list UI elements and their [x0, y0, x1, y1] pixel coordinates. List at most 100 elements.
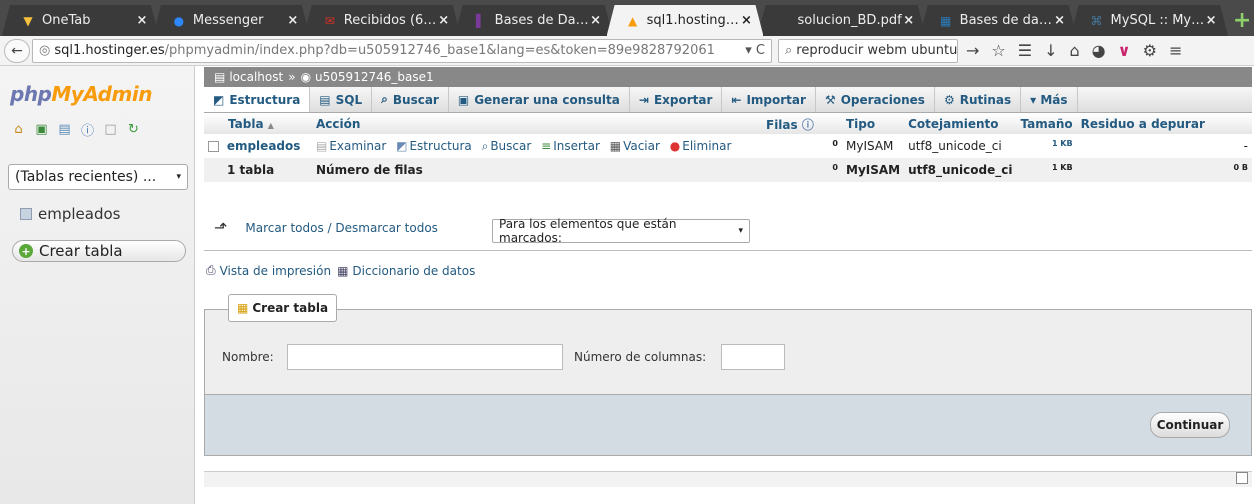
close-icon[interactable]: ×	[437, 13, 451, 28]
sql-query-icon[interactable]: ▤	[58, 122, 71, 137]
exit-icon[interactable]: ▣	[35, 122, 48, 137]
url-reload[interactable]: ▾ C	[739, 43, 765, 58]
bulk-action-select[interactable]: Para los elementos que están marcados: ▾	[492, 217, 750, 245]
tab-label: Buscar	[392, 92, 439, 107]
check-all-row: ⬏ Marcar todos / Desmarcar todos	[214, 218, 438, 237]
console-toggle-icon[interactable]	[1236, 472, 1248, 484]
server-icon: ▤	[214, 70, 226, 84]
table-name-input[interactable]	[287, 344, 563, 370]
close-icon[interactable]: ×	[286, 13, 300, 28]
browser-tab-label: Bases de Da…	[494, 13, 589, 28]
go-arrow-icon[interactable]: →	[966, 41, 979, 60]
browser-tab[interactable]: ▌ Bases de Da… ×	[455, 5, 613, 36]
browser-tab[interactable]: ✉ Recibidos (6… ×	[304, 5, 461, 36]
browser-tab[interactable]: ▦ Bases de da… ×	[920, 5, 1077, 36]
home-icon[interactable]: ⌂	[1070, 41, 1080, 60]
buscar-label: Buscar	[490, 138, 532, 153]
tab-exportar[interactable]: ⇥ Exportar	[630, 87, 723, 112]
columns-count-input[interactable]	[721, 344, 785, 370]
arrow-up-icon: ⬏	[214, 218, 228, 237]
bookmark-star-icon[interactable]: ☆	[991, 41, 1005, 60]
tab-sql[interactable]: ▤ SQL	[310, 87, 373, 112]
bulk-action-value: Para los elementos que están marcados:	[499, 217, 677, 245]
tab-rutinas[interactable]: ⚙ Rutinas	[935, 87, 1022, 112]
search-bar[interactable]: ⌕ reproducir webm ubuntu	[778, 38, 958, 63]
tab-label: Importar	[746, 92, 806, 107]
col-tamano[interactable]: Tamaño	[1016, 114, 1076, 134]
close-icon[interactable]: ×	[1053, 13, 1067, 28]
pma-sidebar: phpMyAdmin ⌂ ▣ ▤ ⓘ □ ↻ (Tablas recientes…	[0, 66, 195, 504]
eliminar-link[interactable]: ● Eliminar	[670, 139, 732, 153]
col-accion: Acción	[312, 114, 762, 134]
home-icon[interactable]: ⌂	[12, 122, 25, 137]
back-arrow-icon[interactable]: ←	[4, 38, 30, 63]
row-name-cell: empleados	[204, 134, 312, 158]
recent-tables-select[interactable]: (Tablas recientes) ... ▾	[8, 164, 188, 190]
tab-importar[interactable]: ⇤ Importar	[722, 87, 816, 112]
examinar-label: Examinar	[329, 138, 387, 153]
estructura-link[interactable]: ◩ Estructura	[396, 139, 472, 153]
tab-estructura[interactable]: ◩ Estructura	[204, 87, 311, 112]
phpmyadmin-logo[interactable]: phpMyAdmin	[10, 82, 152, 106]
col-tabla[interactable]: Tabla ▲	[204, 114, 312, 134]
url-bar[interactable]: ◎ sql1.hostinger.es /phpmyadmin/index.ph…	[32, 38, 772, 63]
close-icon[interactable]: ×	[902, 13, 916, 28]
print-view-link[interactable]: Vista de impresión	[220, 264, 331, 278]
col-residuo-label: Residuo a depurar	[1080, 117, 1205, 131]
create-table-button[interactable]: + Crear tabla	[12, 240, 186, 262]
browser-tab[interactable]: ● Messenger ×	[153, 5, 310, 36]
pocket-icon[interactable]: ∨	[1118, 41, 1131, 60]
col-cotejamiento[interactable]: Cotejamiento	[904, 114, 1016, 134]
extension-icon[interactable]: ⚙	[1143, 41, 1157, 60]
row-checkbox[interactable]	[208, 141, 219, 152]
database-icon: ◉	[300, 70, 312, 84]
browser-tab[interactable]: ⌘ MySQL :: My… ×	[1071, 5, 1229, 36]
reload-icon[interactable]: ↻	[127, 122, 140, 137]
help-icon[interactable]: ⓘ	[802, 118, 814, 132]
messenger-icon: ●	[173, 13, 185, 28]
recent-tables-value: (Tablas recientes) ...	[15, 169, 157, 185]
tab-operaciones[interactable]: ⚒ Operaciones	[816, 87, 935, 112]
breadcrumb-separator: »	[288, 70, 296, 84]
browser-tab[interactable]: ▼ OneTab ×	[2, 5, 159, 36]
examinar-link[interactable]: ▤ Examinar	[316, 139, 386, 153]
docs-icon[interactable]: □	[104, 122, 117, 137]
tab-label: Exportar	[653, 92, 713, 107]
insertar-link[interactable]: ≡ Insertar	[541, 139, 600, 153]
menu-icon[interactable]: ≡	[1169, 41, 1182, 60]
tab-generar-consulta[interactable]: ▣ Generar una consulta	[449, 87, 630, 112]
buscar-link[interactable]: ⌕ Buscar	[482, 139, 532, 153]
tab-buscar[interactable]: ⌕ Buscar	[372, 87, 449, 112]
horizontal-scrollbar[interactable]	[204, 471, 1252, 487]
row-table-link[interactable]: empleados	[227, 139, 301, 153]
breadcrumb-database[interactable]: u505912746_base1	[315, 70, 434, 84]
close-icon[interactable]: ×	[135, 13, 149, 28]
row-tamano[interactable]: 1 KB	[1016, 134, 1076, 158]
close-icon[interactable]: ×	[589, 13, 603, 28]
vaciar-link[interactable]: ▦ Vaciar	[610, 139, 660, 153]
continue-button[interactable]: Continuar	[1150, 412, 1230, 438]
chat-icon[interactable]: ◕	[1092, 41, 1106, 60]
new-tab-plus-icon[interactable]: +	[1230, 5, 1254, 36]
data-dictionary-link[interactable]: Diccionario de datos	[352, 264, 475, 278]
row-cotejamiento: utf8_unicode_ci	[908, 139, 1002, 153]
col-filas[interactable]: Filas ⓘ	[762, 114, 842, 134]
help-icon[interactable]: ⓘ	[81, 123, 94, 139]
browser-tab[interactable]: solucion_BD.pdf ×	[757, 5, 925, 36]
tab-mas[interactable]: ▾ Más	[1021, 87, 1078, 112]
sidebar-icon-row: ⌂ ▣ ▤ ⓘ □ ↻	[12, 122, 140, 139]
col-tipo[interactable]: Tipo	[842, 114, 904, 134]
col-residuo[interactable]: Residuo a depurar	[1077, 114, 1252, 134]
close-icon[interactable]: ×	[739, 13, 753, 28]
search-icon: ⌕	[785, 43, 793, 58]
sidebar-item-empleados[interactable]: empleados	[20, 205, 120, 223]
breadcrumb-server[interactable]: localhost	[229, 70, 283, 84]
check-all-link[interactable]: Marcar todos / Desmarcar todos	[245, 221, 438, 235]
chevron-down-icon: ▾	[738, 226, 743, 236]
browser-tab[interactable]: ▲ sql1.hosting… ×	[607, 5, 764, 36]
reading-list-icon[interactable]: ☰	[1018, 41, 1032, 60]
close-icon[interactable]: ×	[1204, 13, 1218, 28]
download-icon[interactable]: ↓	[1044, 41, 1057, 60]
eliminar-label: Eliminar	[682, 138, 732, 153]
wrench-icon: ⚒	[824, 92, 836, 107]
